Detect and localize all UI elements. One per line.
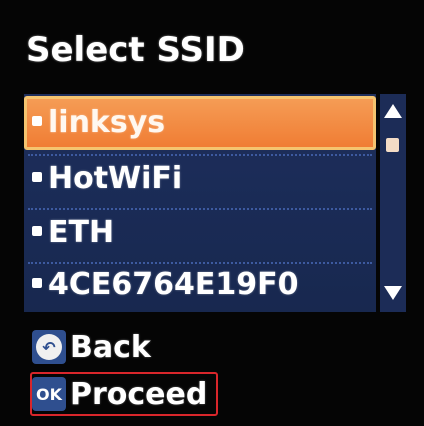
back-key-icon: ↶ bbox=[32, 330, 66, 364]
proceed-softkey[interactable]: OK Proceed bbox=[32, 373, 207, 415]
ssid-item-label: ETH bbox=[48, 215, 115, 250]
scrollbar[interactable] bbox=[380, 94, 406, 312]
page-title: Select SSID bbox=[26, 30, 245, 70]
ssid-item-eth[interactable]: ETH bbox=[24, 206, 376, 260]
bullet-icon bbox=[32, 115, 42, 126]
ok-key-icon: OK bbox=[32, 377, 66, 411]
back-softkey[interactable]: ↶ Back bbox=[32, 326, 151, 368]
bullet-icon bbox=[32, 171, 42, 182]
back-label: Back bbox=[70, 329, 151, 365]
lcd-screen: Select SSID linksys HotWiFi ETH 4CE6764E… bbox=[0, 0, 424, 426]
back-arrow-icon: ↶ bbox=[36, 334, 62, 360]
ssid-item-label: HotWiFi bbox=[48, 161, 183, 196]
bullet-icon bbox=[32, 277, 42, 288]
proceed-label: Proceed bbox=[70, 376, 208, 412]
scroll-thumb[interactable] bbox=[386, 138, 399, 152]
ssid-list: linksys HotWiFi ETH 4CE6764E19F0 bbox=[24, 94, 376, 312]
ssid-item-4ce6764e19f0[interactable]: 4CE6764E19F0 bbox=[24, 258, 376, 312]
scroll-down-icon[interactable] bbox=[384, 286, 402, 300]
scroll-up-icon[interactable] bbox=[384, 104, 402, 118]
ssid-item-label: 4CE6764E19F0 bbox=[48, 267, 299, 302]
ssid-item-label: linksys bbox=[48, 105, 166, 140]
ssid-item-hotwifi[interactable]: HotWiFi bbox=[24, 152, 376, 206]
ssid-item-linksys[interactable]: linksys bbox=[24, 96, 376, 150]
bullet-icon bbox=[32, 225, 42, 236]
